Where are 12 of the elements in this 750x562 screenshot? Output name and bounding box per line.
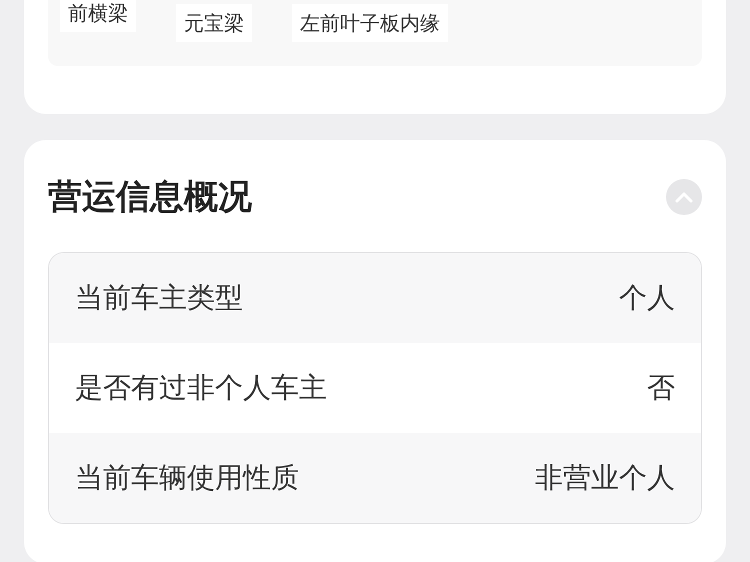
part-tag: 左前叶子板内缘 — [292, 4, 448, 42]
part-tag: 元宝梁 — [176, 4, 252, 42]
row-value: 否 — [647, 370, 675, 406]
collapse-button[interactable] — [666, 179, 702, 215]
row-label: 是否有过非个人车主 — [75, 370, 327, 406]
row-value: 个人 — [619, 280, 675, 316]
card-title: 营运信息概况 — [48, 176, 252, 218]
row-label: 当前车主类型 — [75, 280, 243, 316]
row-value: 非营业个人 — [535, 460, 675, 496]
part-tag: 前横梁 — [60, 0, 136, 32]
row-label: 当前车辆使用性质 — [75, 460, 299, 496]
chevron-up-icon — [675, 191, 693, 203]
